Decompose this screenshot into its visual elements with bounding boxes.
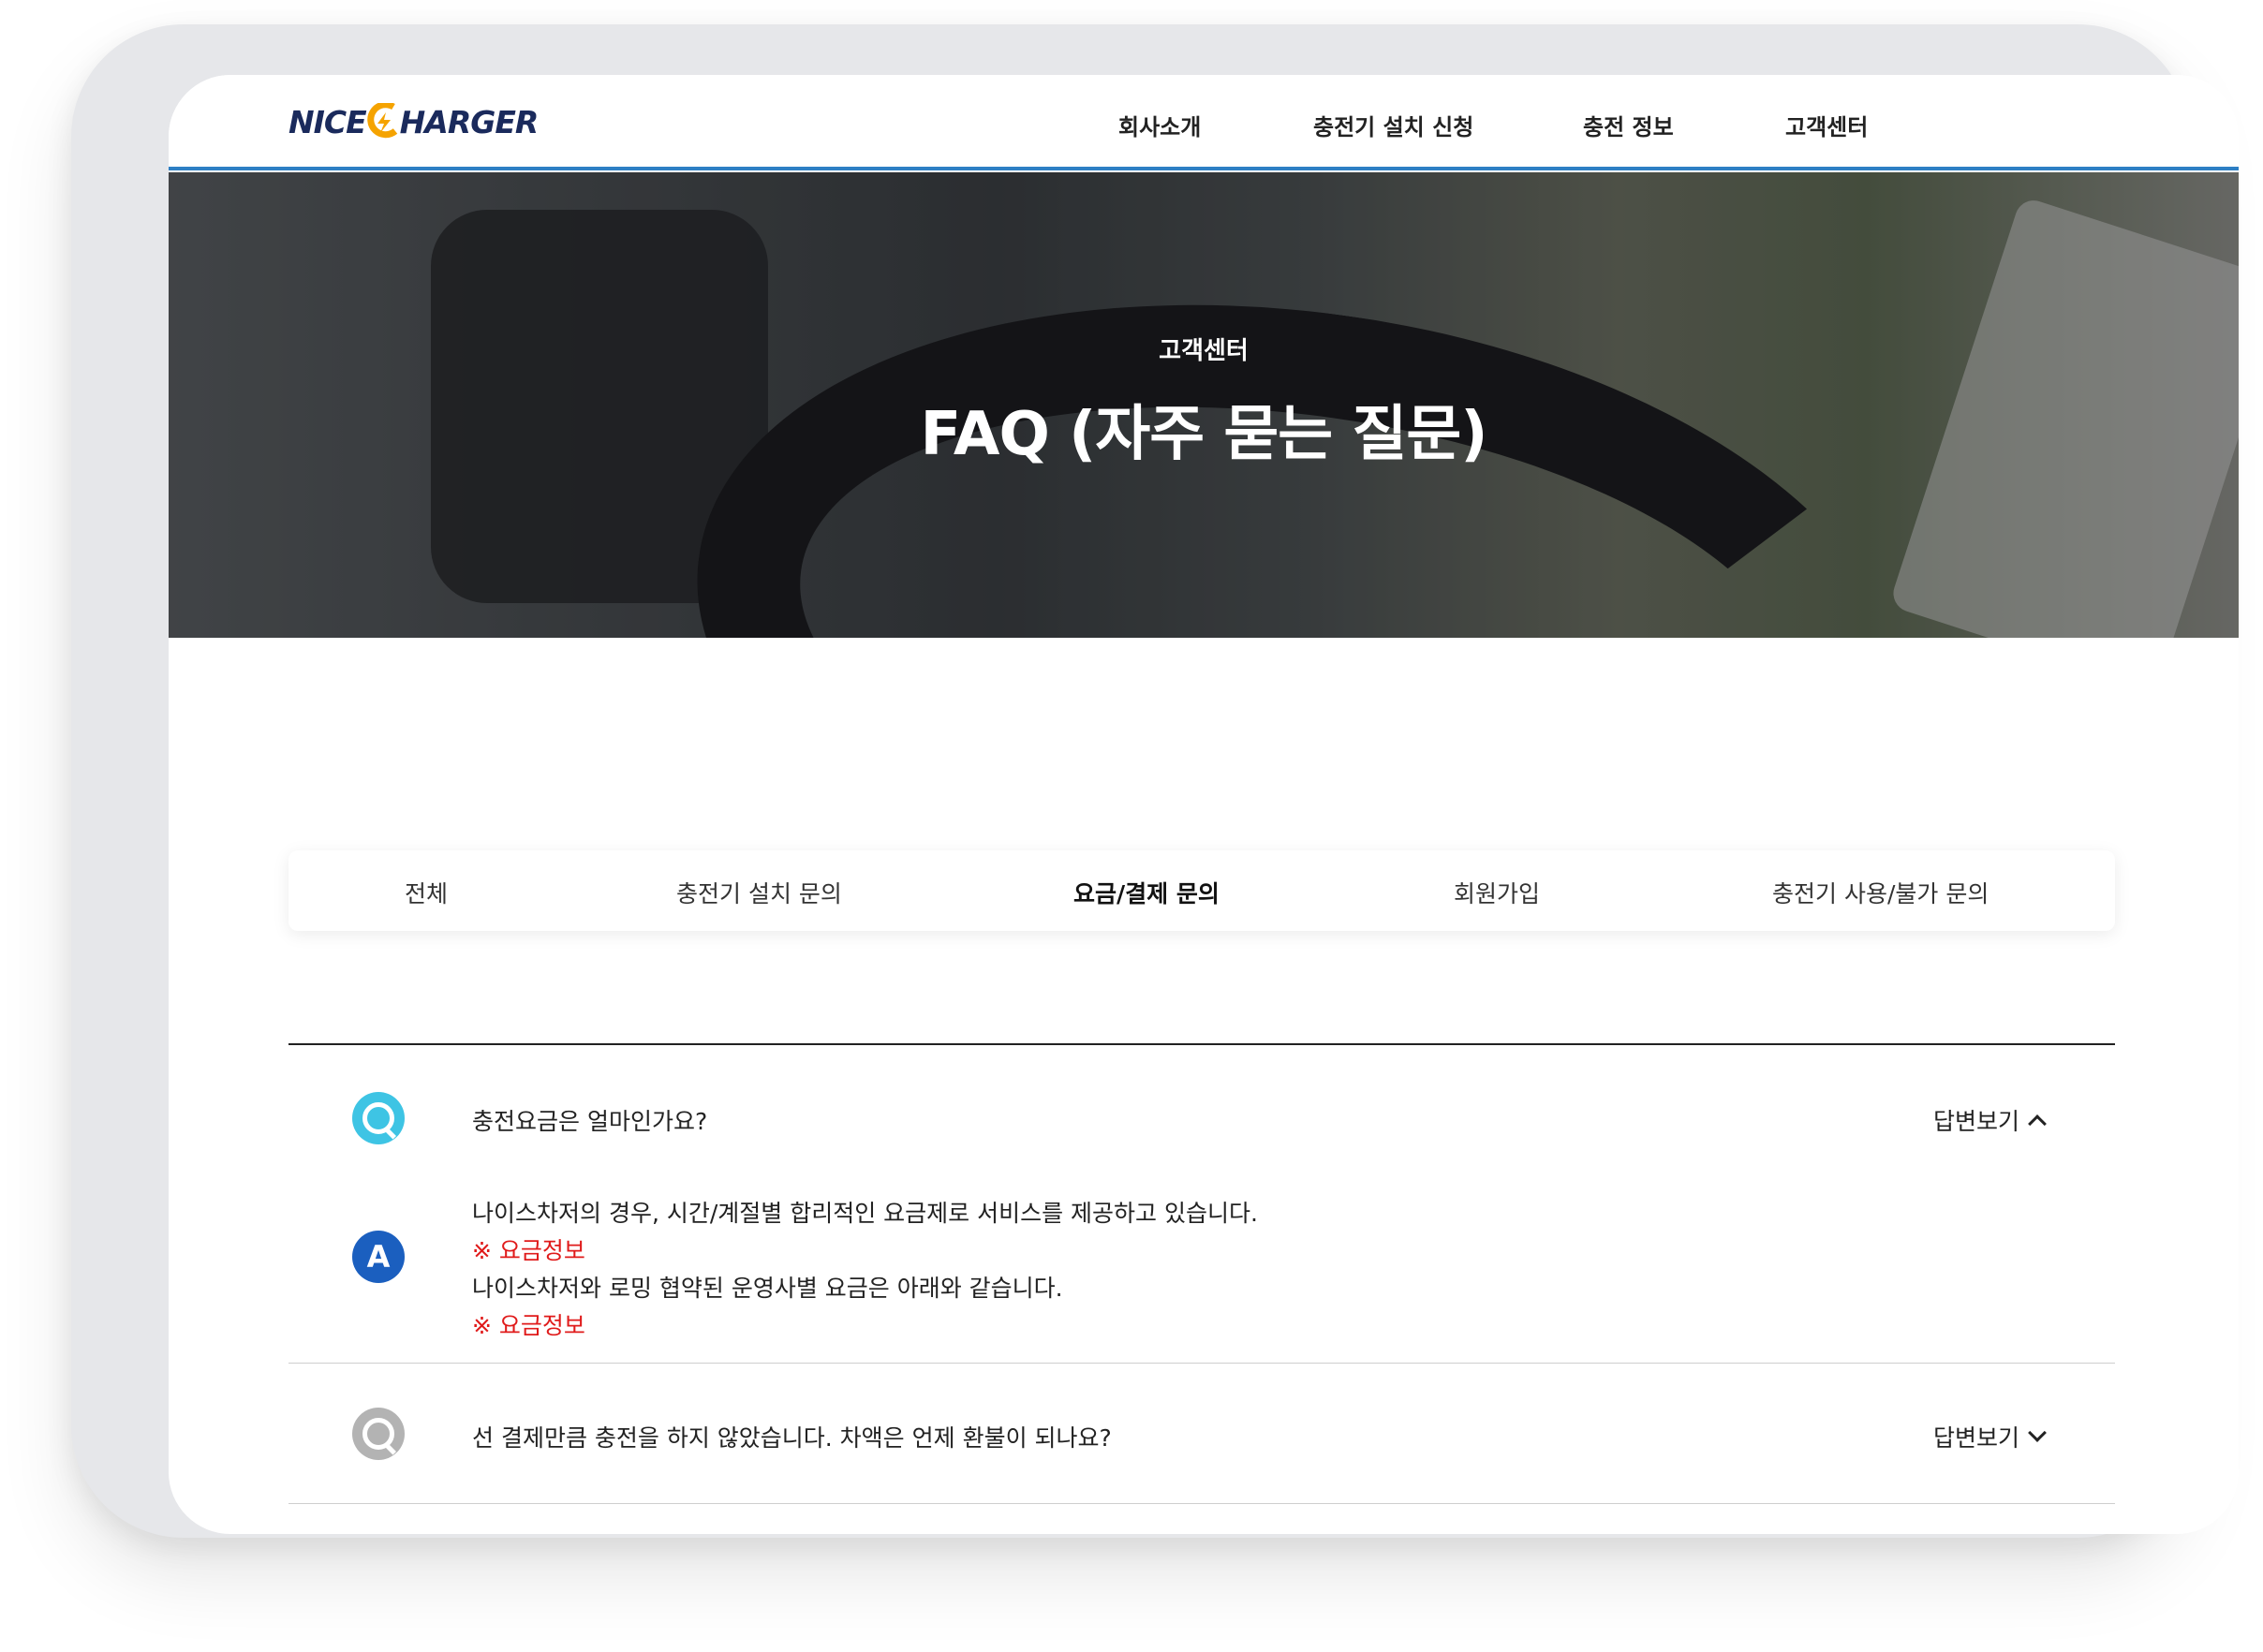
fee-info-link[interactable]: ※ 요금정보 [472, 1307, 1258, 1345]
logo-text-right: HARGER [399, 103, 540, 140]
answer-toggle-label: 답변보기 [1932, 1108, 2019, 1135]
faq-answer: 나이스차저의 경우, 시간/계절별 합리적인 요금제로 서비스를 제공하고 있습… [472, 1195, 1258, 1345]
faq-item: 충전요금은 얼마인가요? 답변보기 A 나이스차저의 경우, 시간/계절별 합리… [288, 1045, 2115, 1364]
answer-toggle-label: 답변보기 [1932, 1424, 2019, 1452]
logo[interactable]: NICE HARGER [288, 99, 540, 144]
q-badge-icon [352, 1092, 405, 1144]
logo-text-left: NICE [288, 103, 367, 140]
answer-toggle-button[interactable]: 답변보기 [1932, 1420, 2047, 1453]
a-badge-icon: A [352, 1231, 405, 1283]
faq-item: 선 결제만큼 충전을 하지 않았습니다. 차액은 언제 환불이 되나요? 답변보… [288, 1364, 2115, 1504]
screen: NICE HARGER 회사소개 충전기 설치 신청 충전 정보 고객센터 고객… [169, 75, 2239, 1534]
answer-toggle-button[interactable]: 답변보기 [1932, 1103, 2047, 1137]
category-tabs: 전체 충전기 설치 문의 요금/결제 문의 회원가입 충전기 사용/불가 문의 [288, 850, 2115, 931]
answer-line: 나이스차저의 경우, 시간/계절별 합리적인 요금제로 서비스를 제공하고 있습… [472, 1200, 1258, 1227]
faq-question[interactable]: 선 결제만큼 충전을 하지 않았습니다. 차액은 언제 환불이 되나요? [472, 1420, 1112, 1453]
nav-item-company[interactable]: 회사소개 [1118, 109, 1201, 141]
tab-install-inquiry[interactable]: 충전기 설치 문의 [676, 876, 842, 909]
chevron-down-icon [2028, 1423, 2047, 1442]
tab-all[interactable]: 전체 [405, 876, 448, 909]
faq-question[interactable]: 충전요금은 얼마인가요? [472, 1103, 707, 1137]
bolt-icon [366, 101, 399, 140]
tablet-frame: NICE HARGER 회사소개 충전기 설치 신청 충전 정보 고객센터 고객… [71, 24, 2239, 1538]
tab-signup[interactable]: 회원가입 [1454, 876, 1540, 909]
fee-info-link[interactable]: ※ 요금정보 [472, 1232, 1258, 1270]
faq-list: 충전요금은 얼마인가요? 답변보기 A 나이스차저의 경우, 시간/계절별 합리… [288, 1043, 2115, 1504]
tab-usage-inquiry[interactable]: 충전기 사용/불가 문의 [1772, 876, 1989, 909]
q-badge-icon [352, 1408, 405, 1460]
nav-item-install-request[interactable]: 충전기 설치 신청 [1313, 109, 1473, 141]
nav-item-customer-center[interactable]: 고객센터 [1785, 109, 1868, 141]
page-title: FAQ (자주 묻는 질문) [920, 400, 1488, 469]
hero-subtitle: 고객센터 [1159, 337, 1249, 365]
answer-line: 나이스차저와 로밍 협약된 운영사별 요금은 아래와 같습니다. [472, 1275, 1063, 1302]
nav-item-charging-info[interactable]: 충전 정보 [1583, 109, 1674, 141]
site-header: NICE HARGER 회사소개 충전기 설치 신청 충전 정보 고객센터 [169, 75, 2239, 170]
hero-banner: 고객센터 FAQ (자주 묻는 질문) [169, 172, 2239, 638]
chevron-up-icon [2028, 1114, 2047, 1133]
tab-payment-inquiry[interactable]: 요금/결제 문의 [1073, 876, 1220, 909]
